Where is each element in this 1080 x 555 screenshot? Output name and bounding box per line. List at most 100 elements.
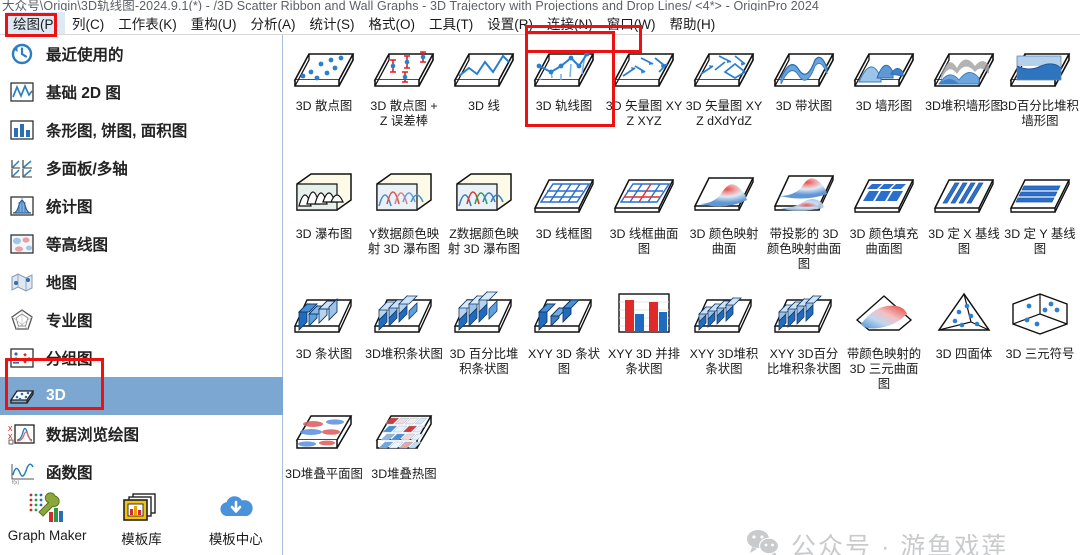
3d-waterfall-icon [284,165,364,227]
3d-colormap-surface-icon [684,165,764,227]
sidebar-item-label: 地图 [46,275,78,292]
3d-vector-dxdydz-icon [684,37,764,99]
gallery-item-3d-ribbon[interactable]: 3D 带状图 [764,37,844,114]
menu-help[interactable]: 帮助(H) [662,12,722,34]
sidebar-item-label: 最近使用的 [46,47,124,64]
3d-percent-stacked-bars-icon [444,285,524,347]
sidebar-item-label: 等高线图 [46,237,109,254]
specialized-icon [8,307,36,333]
menu-window[interactable]: 窗口(W) [600,12,663,34]
gallery-item-label: 3D堆叠热图 [371,467,437,481]
recent-clock-icon [8,41,36,67]
gallery-item-3d-vector-dxdydz[interactable]: 3D 矢量图 XYZ dXdYdZ [684,37,764,129]
gallery-item-3d-waterfall[interactable]: 3D 瀑布图 [284,165,364,242]
menu-connect[interactable]: 连接(N) [540,12,600,34]
gallery-item-label: 3D 定 Y 基线图 [1004,227,1076,256]
gallery-item-label: 3D 三元符号 [1005,347,1075,361]
sidebar-item-map[interactable]: 地图 [0,263,283,301]
3d-line-icon [444,37,524,99]
gallery-item-3d-wireframe-surface[interactable]: 3D 线框曲面图 [604,165,684,257]
menu-worksheet[interactable]: 工作表(K) [111,12,184,34]
sidebar-item-recent[interactable]: 最近使用的 [0,35,283,73]
gallery-item-3d-colormap-surface[interactable]: 3D 颜色映射曲面 [684,165,764,257]
gallery-item-3d-waterfall-z-colormap[interactable]: Z数据颜色映射 3D 瀑布图 [444,165,524,257]
gallery-item-3d-percent-stacked-wall[interactable]: 3D百分比堆积墙形图 [1000,37,1080,129]
gallery-item-label: 3D 颜色填充曲面图 [849,227,919,256]
gallery-item-3d-stacked-plane[interactable]: 3D堆叠平面图 [284,405,364,482]
3d-ribbon-icon [764,37,844,99]
sidebar-item-bar-pie-area[interactable]: 条形图, 饼图, 面积图 [0,111,283,149]
window-title: 大众号\Origin\3D轨线图-2024.9.1(*) - /3D Scatt… [2,0,819,11]
sidebar-item-specialized[interactable]: 专业图 [0,301,283,339]
gallery-item-3d-vector-xyzxyz[interactable]: 3D 矢量图 XYZ XYZ [604,37,684,129]
menu-restructure[interactable]: 重构(U) [184,12,244,34]
gallery-item-3d-percent-stacked-bars[interactable]: 3D 百分比堆积条状图 [444,285,524,377]
gallery-item-3d-x-constant-base[interactable]: 3D 定 X 基线图 [924,165,1004,257]
sidebar-item-data-explore[interactable]: x x 数据浏览绘图 [0,415,283,453]
sidebar-item-label: 数据浏览绘图 [46,427,140,444]
gallery-item-3d-tetrahedral[interactable]: 3D 四面体 [924,285,1004,362]
gallery-item-3d-bars[interactable]: 3D 条状图 [284,285,364,362]
menu-analysis[interactable]: 分析(A) [244,12,303,34]
menu-preferences[interactable]: 设置(R) [480,12,540,34]
gallery-item-label: Y数据颜色映射 3D 瀑布图 [367,227,441,256]
sidebar-item-grouped[interactable]: 分组图 [0,339,283,377]
statistics-icon [8,193,36,219]
gallery-item-3d-stacked-heatmap[interactable]: 3D堆叠热图 [364,405,444,482]
svg-text:x: x [8,431,13,441]
gallery-item-3d-line[interactable]: 3D 线 [444,37,524,114]
xyy-3d-side-by-side-bars-icon [604,285,684,347]
origin-plot-gallery-window: 大众号\Origin\3D轨线图-2024.9.1(*) - /3D Scatt… [0,0,1080,555]
sidebar-item-statistics[interactable]: 统计图 [0,187,283,225]
gallery-item-3d-trajectory[interactable]: 3D 轨线图 [524,37,604,114]
gallery-item-3d-waterfall-y-colormap[interactable]: Y数据颜色映射 3D 瀑布图 [364,165,444,257]
gallery-item-3d-color-fill-surface[interactable]: 3D 颜色填充曲面图 [844,165,924,257]
menu-plot[interactable]: 绘图(P) [6,11,65,34]
map-icon [8,269,36,295]
gallery-item-3d-colormap-surface-projection[interactable]: 带投影的 3D 颜色映射曲面图 [764,165,844,272]
template-library-icon [95,489,187,527]
menu-format[interactable]: 格式(O) [362,12,423,34]
menu-bar: 绘图(P) 列(C) 工作表(K) 重构(U) 分析(A) 统计(S) 格式(O… [0,11,1080,35]
graph-maker-button[interactable]: Graph Maker [1,489,93,543]
gallery-item-3d-scatter[interactable]: 3D 散点图 [284,37,364,114]
gallery-item-label: XYY 3D 条状图 [527,347,601,376]
menu-statistics[interactable]: 统计(S) [303,12,362,34]
gallery-item-label: 3D 颜色映射曲面 [689,227,759,256]
gallery-item-xyy-3d-percent-stacked-bars[interactable]: XYY 3D百分比堆积条状图 [764,285,844,377]
3d-wireframe-surface-icon [604,165,684,227]
gallery-item-label: 3D 条状图 [295,347,353,361]
gallery-item-xyy-3d-stacked-bars[interactable]: XYY 3D堆积条状图 [684,285,764,377]
menu-column[interactable]: 列(C) [65,12,111,34]
sidebar-item-label: 条形图, 饼图, 面积图 [46,123,188,140]
gallery-item-3d-stacked-bars[interactable]: 3D堆积条状图 [364,285,444,362]
sidebar-item-3d[interactable]: 3D [0,377,283,415]
gallery-item-label: 3D堆积条状图 [365,347,443,361]
plot-type-gallery: 3D 散点图 3D 散点图 + Z 误差棒 3D 线 3D 轨线图 3D 矢量图… [284,35,1080,555]
gallery-item-3d-ternary-symbol[interactable]: 3D 三元符号 [1000,285,1080,362]
3d-percent-stacked-wall-icon [1000,37,1080,99]
gallery-item-label: 3D 散点图 + Z 误差棒 [370,99,438,128]
sidebar-item-contour[interactable]: 等高线图 [0,225,283,263]
sidebar-item-basic-2d[interactable]: 基础 2D 图 [0,73,283,111]
gallery-item-3d-wireframe[interactable]: 3D 线框图 [524,165,604,242]
gallery-item-label: XYY 3D 并排条状图 [607,347,681,376]
3d-stacked-wall-icon [924,37,1004,99]
gallery-item-3d-y-constant-base[interactable]: 3D 定 Y 基线图 [1000,165,1080,257]
sidebar-bottom-toolbar: Graph Maker 模板库 模板中心 [0,485,283,555]
gallery-item-3d-stacked-wall[interactable]: 3D堆积墙形图 [924,37,1004,114]
sidebar-item-multi-panel[interactable]: 多面板/多轴 [0,149,283,187]
graph-maker-icon [1,489,93,527]
3d-ternary-colormap-surface-icon [844,285,924,347]
gallery-item-xyy-3d-bars[interactable]: XYY 3D 条状图 [524,285,604,377]
gallery-item-3d-ternary-colormap-surface[interactable]: 带颜色映射的 3D 三元曲面图 [844,285,924,392]
gallery-item-3d-wall[interactable]: 3D 墙形图 [844,37,924,114]
title-bar: 大众号\Origin\3D轨线图-2024.9.1(*) - /3D Scatt… [0,0,1080,11]
template-center-button[interactable]: 模板中心 [190,489,282,548]
gallery-item-label: 3D 四面体 [935,347,993,361]
gallery-item-3d-scatter-zerror[interactable]: 3D 散点图 + Z 误差棒 [364,37,444,129]
three-d-icon [8,383,36,409]
template-library-button[interactable]: 模板库 [95,489,187,548]
gallery-item-xyy-3d-side-by-side-bars[interactable]: XYY 3D 并排条状图 [604,285,684,377]
menu-tools[interactable]: 工具(T) [422,12,480,34]
